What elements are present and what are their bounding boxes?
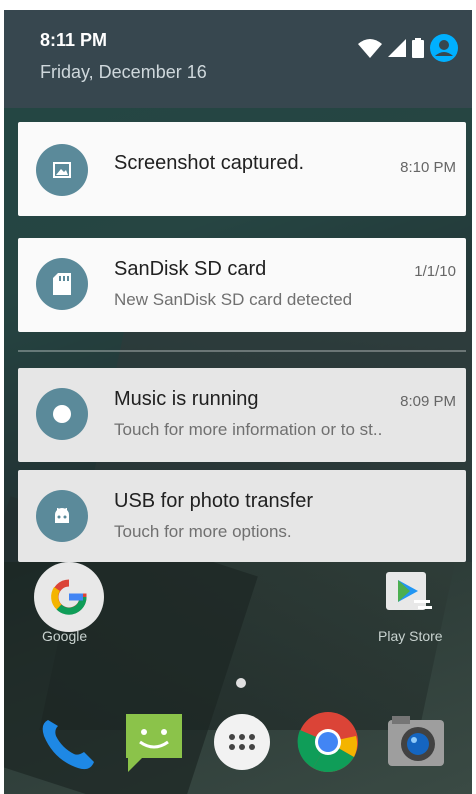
app-drawer-icon[interactable] <box>210 710 274 774</box>
messaging-icon[interactable] <box>122 710 186 774</box>
chrome-icon[interactable] <box>296 710 360 774</box>
notification-title: Screenshot captured. <box>114 152 305 174</box>
notification-subtitle: New SanDisk SD card detected <box>114 290 353 309</box>
status-icons <box>358 34 458 62</box>
notification-time: 8:09 PM <box>400 393 456 410</box>
phone-icon[interactable] <box>34 710 98 774</box>
play-store-label: Play Store <box>378 628 443 644</box>
status-time: 8:11 PM <box>40 30 108 50</box>
google-g-icon <box>51 579 87 615</box>
notification-screenshot[interactable]: Screenshot captured. 8:10 PM <box>18 122 466 216</box>
user-account-icon[interactable] <box>430 34 458 62</box>
notification-title: Music is running <box>114 388 259 410</box>
notification-title: SanDisk SD card <box>114 258 267 280</box>
image-icon <box>36 144 88 196</box>
sd-card-icon <box>36 258 88 310</box>
notification-title: USB for photo transfer <box>114 490 313 512</box>
notification-divider <box>18 350 466 352</box>
play-store-icon[interactable] <box>384 566 434 616</box>
notification-subtitle: Touch for more information or to st.. <box>114 420 383 439</box>
notification-time: 1/1/10 <box>414 263 456 280</box>
status-date: Friday, December 16 <box>40 62 207 82</box>
top-strip <box>0 0 476 10</box>
battery-icon <box>412 38 424 58</box>
google-app-label: Google <box>42 628 88 644</box>
camera-icon[interactable] <box>384 710 448 774</box>
android-icon <box>36 490 88 542</box>
notification-usb[interactable]: USB for photo transfer Touch for more op… <box>18 470 466 562</box>
notification-subtitle: Touch for more options. <box>114 522 292 541</box>
notification-sd-card[interactable]: SanDisk SD card New SanDisk SD card dete… <box>18 238 466 332</box>
wifi-icon <box>358 39 382 58</box>
page-indicator-dot <box>236 678 246 688</box>
cellular-signal-icon <box>388 39 406 57</box>
google-app-icon[interactable] <box>34 562 104 632</box>
notification-time: 8:10 PM <box>400 159 456 176</box>
quick-status-header[interactable]: 8:11 PM Friday, December 16 <box>4 10 472 108</box>
phone-screen: Google Play Store 8:11 PM Friday, Decemb… <box>4 10 472 794</box>
music-icon <box>36 388 88 440</box>
notification-music[interactable]: Music is running Touch for more informat… <box>18 368 466 462</box>
